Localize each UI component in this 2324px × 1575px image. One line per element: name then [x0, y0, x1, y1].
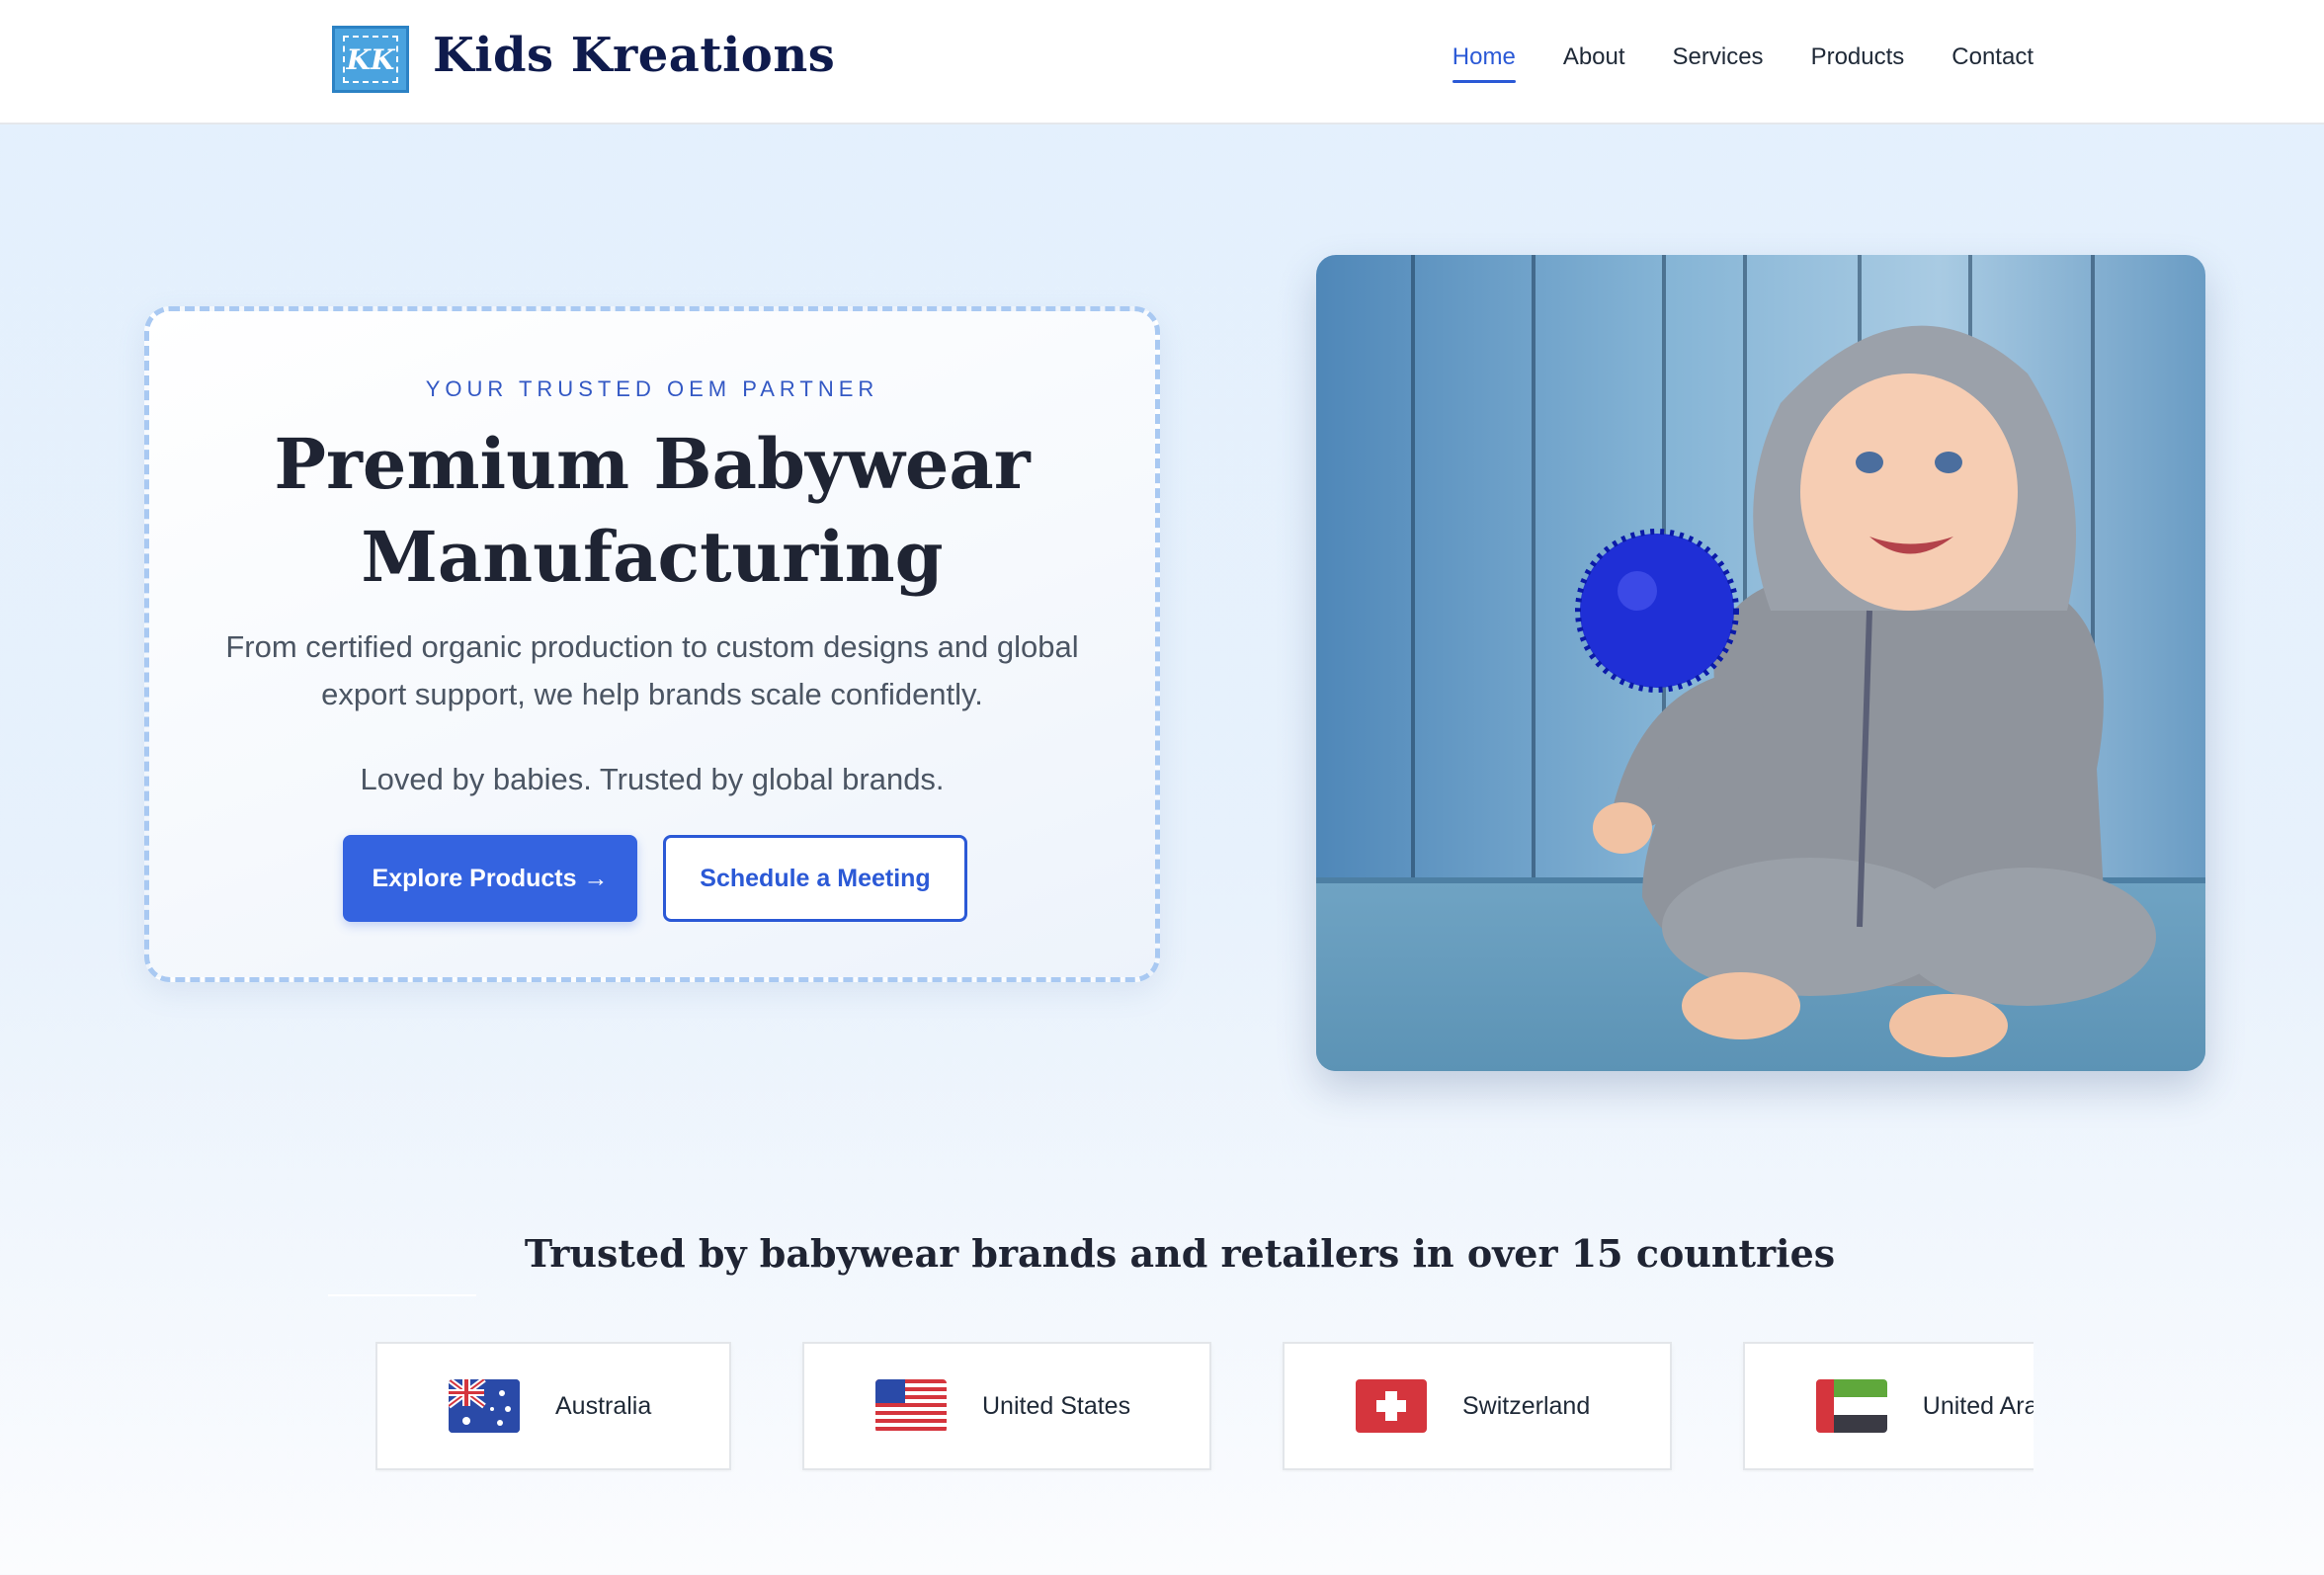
country-card-united-states: United States	[802, 1342, 1211, 1470]
country-card-australia: Australia	[375, 1342, 731, 1470]
hero-image	[1316, 255, 2205, 1071]
hero-tagline: Loved by babies. Trusted by global brand…	[360, 762, 945, 796]
logo-monogram: KK	[343, 36, 398, 83]
hero-title: Premium Babywear Manufacturing	[274, 423, 1031, 598]
country-list: Australia United States Switzerland Unit…	[375, 1342, 2034, 1472]
nav-about[interactable]: About	[1563, 43, 1625, 81]
country-name: Switzerland	[1462, 1391, 1591, 1420]
country-name: United States	[982, 1391, 1131, 1420]
logo-icon[interactable]: KK	[332, 26, 409, 93]
country-name: United Arab Emirates	[1922, 1391, 2034, 1420]
nav-services[interactable]: Services	[1673, 43, 1764, 81]
country-card-uae: United Arab Emirates	[1743, 1342, 2034, 1470]
nav-products[interactable]: Products	[1811, 43, 1905, 81]
divider	[328, 1294, 476, 1296]
schedule-meeting-button[interactable]: Schedule a Meeting	[663, 835, 967, 922]
country-card-switzerland: Switzerland	[1283, 1342, 1672, 1470]
brand-name[interactable]: Kids Kreations	[433, 28, 835, 83]
trusted-title: Trusted by babywear brands and retailers…	[524, 1231, 1836, 1276]
us-flag-icon	[875, 1379, 947, 1433]
switzerland-flag-icon	[1356, 1379, 1427, 1433]
nav-contact[interactable]: Contact	[1951, 43, 2034, 81]
explore-products-button[interactable]: Explore Products →	[343, 835, 637, 922]
hero-eyebrow: YOUR TRUSTED OEM PARTNER	[425, 376, 879, 401]
main-nav: Home About Services Products Contact	[1405, 43, 2034, 83]
nav-home[interactable]: Home	[1452, 43, 1516, 83]
site-header: KK Kids Kreations Home About Services Pr…	[0, 0, 2324, 124]
country-name: Australia	[555, 1391, 652, 1420]
hero-description: From certified organic production to cus…	[225, 629, 1079, 711]
hero-card: YOUR TRUSTED OEM PARTNER Premium Babywea…	[144, 306, 1160, 982]
australia-flag-icon	[449, 1379, 520, 1433]
toddler-illustration	[1575, 325, 2156, 1057]
uae-flag-icon	[1816, 1379, 1887, 1433]
